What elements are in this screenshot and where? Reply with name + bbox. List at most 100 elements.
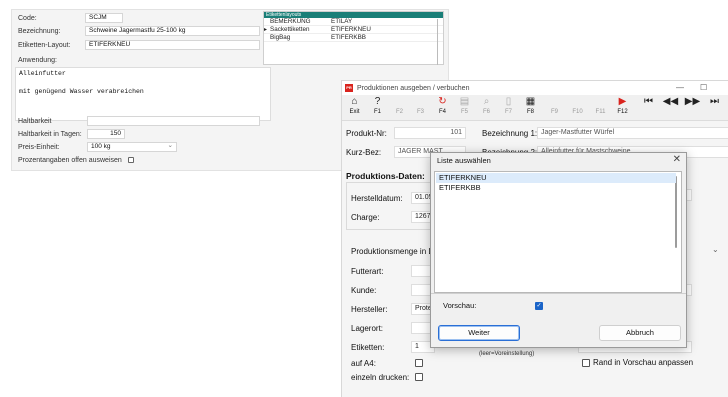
app-icon: PR bbox=[345, 84, 353, 92]
toolbar-button[interactable]: ▶ F12 bbox=[614, 96, 631, 120]
toolbar-icon: ⌂ bbox=[351, 96, 358, 107]
toolbar-label: F10 bbox=[572, 109, 583, 115]
preis-einheit-value: 100 kg bbox=[91, 143, 111, 150]
toolbar-label: F4 bbox=[438, 109, 446, 115]
etikettenlayout-grid[interactable]: Etikettenlayouts BEMERKUNG ETILAY ▸ Sack… bbox=[263, 11, 444, 65]
vorschau-checkbox[interactable]: ✓ bbox=[535, 302, 543, 310]
toolbar-button[interactable]: ⏭ bbox=[706, 96, 723, 120]
kunde-label: Kunde: bbox=[351, 286, 377, 295]
abbruch-button[interactable]: Abbruch bbox=[599, 325, 681, 341]
bezeichnung1-field[interactable]: Jager-Mastfutter Würfel bbox=[537, 127, 728, 139]
toolbar-button[interactable]: F9 bbox=[546, 96, 563, 120]
toolbar-icon: ⏮ bbox=[644, 96, 653, 107]
memo-line: Alleinfutter bbox=[19, 70, 66, 77]
haltbarkeit-tage-label: Haltbarkeit in Tagen: bbox=[18, 131, 82, 138]
haltbarkeit-label: Haltbarkeit bbox=[18, 118, 52, 125]
table-row[interactable]: ▸ Sackettiketten ETIFERKNEU bbox=[264, 26, 443, 34]
memo-line bbox=[19, 79, 267, 88]
toolbar-icon: ▶ bbox=[618, 96, 627, 107]
toolbar-label: F7 bbox=[504, 109, 512, 115]
toolbar-button[interactable]: ▤ F5 bbox=[456, 96, 473, 120]
layout-label: Etiketten-Layout: bbox=[18, 42, 71, 49]
table-row[interactable]: BEMERKUNG ETILAY bbox=[264, 18, 443, 26]
herstelldatum-label: Herstelldatum: bbox=[351, 194, 403, 203]
einzeln-drucken-checkbox[interactable] bbox=[415, 373, 423, 381]
rand-checkbox[interactable] bbox=[582, 359, 590, 367]
toolbar-button[interactable]: ⏮ bbox=[640, 96, 657, 120]
toolbar-button[interactable]: ▶▶ bbox=[684, 96, 701, 120]
toolbar-button[interactable]: ⌕ F6 bbox=[478, 96, 495, 120]
preis-einheit-select[interactable]: 100 kg ⌄ bbox=[87, 142, 177, 152]
close-icon[interactable]: ✕ bbox=[673, 154, 681, 165]
toolbar-icon: ▶▶ bbox=[684, 96, 701, 107]
toolbar-label: F2 bbox=[395, 109, 403, 115]
bezeichnung-field[interactable]: Schweine Jagermastfu 25-100 kg bbox=[85, 26, 260, 36]
toolbar-button[interactable]: ◀◀ bbox=[662, 96, 679, 120]
futterart-label: Futterart: bbox=[351, 267, 384, 276]
auf-a4-checkbox[interactable] bbox=[415, 359, 423, 367]
rand-label: Rand in Vorschau anpassen bbox=[593, 358, 694, 367]
liste-auswaehlen-dialog: Liste auswählen ✕ ETIFERKNEU ETIFERKBB Vo… bbox=[430, 152, 687, 348]
layout-listbox[interactable]: ETIFERKNEU ETIFERKBB bbox=[434, 171, 682, 293]
toolbar-icon bbox=[412, 96, 429, 108]
toolbar-icon: ◀◀ bbox=[662, 96, 679, 107]
maximize-icon[interactable]: ☐ bbox=[700, 83, 707, 92]
toolbar-button[interactable]: ⌂ Exit bbox=[346, 96, 363, 120]
prozent-checkbox[interactable] bbox=[128, 157, 134, 163]
grid-cell: ETILAY bbox=[331, 18, 353, 25]
vorschau-label: Vorschau: bbox=[443, 301, 477, 310]
check-icon: ✓ bbox=[536, 303, 542, 309]
toolbar-button[interactable]: F2 bbox=[391, 96, 408, 120]
produktions-daten-title: Produktions-Daten: bbox=[346, 171, 425, 181]
toolbar-button[interactable]: F10 bbox=[569, 96, 586, 120]
layout-row: Etiketten-Layout: bbox=[18, 40, 71, 51]
toolbar: ⌂ Exit ? F1 F2 F3 ↻ F4 ▤ F5 ⌕ F6 ▯ F7 ▦ F8 F9 F10 F11 ▶ F12 ⏮… bbox=[342, 95, 728, 121]
einzeln-drucken-label: einzeln drucken: bbox=[351, 373, 410, 382]
toolbar-label: Exit bbox=[349, 109, 360, 115]
charge-label: Charge: bbox=[351, 213, 380, 222]
minimize-icon[interactable]: — bbox=[676, 83, 684, 92]
toolbar-button[interactable]: ▦ F8 bbox=[522, 96, 539, 120]
chevron-down-icon[interactable]: ⌄ bbox=[712, 245, 719, 254]
toolbar-button[interactable]: ? F1 bbox=[369, 96, 386, 120]
dialog-divider bbox=[431, 293, 686, 294]
preis-einheit-label: Preis-Einheit: bbox=[18, 144, 60, 151]
hersteller-label: Hersteller: bbox=[351, 305, 388, 314]
grid-scrollbar[interactable] bbox=[437, 19, 438, 65]
code-field[interactable]: SCJM bbox=[85, 13, 123, 23]
window-titlebar: PR Produktionen ausgeben / verbuchen bbox=[342, 81, 728, 95]
anwendung-memo[interactable]: Alleinfutter mit genügend Wasser verabre… bbox=[15, 67, 271, 121]
prozent-label: Prozentangaben offen ausweisen bbox=[18, 157, 122, 164]
prozent-row: Prozentangaben offen ausweisen bbox=[18, 155, 122, 166]
layout-field[interactable]: ETIFERKNEU bbox=[85, 40, 260, 50]
toolbar-icon: ▦ bbox=[525, 96, 536, 107]
bezeichnung-row: Bezeichnung: bbox=[18, 26, 60, 37]
haltbarkeit-field[interactable] bbox=[87, 116, 260, 126]
produkt-nr-label: Produkt-Nr: bbox=[346, 129, 387, 138]
list-item[interactable]: ETIFERKNEU bbox=[436, 173, 676, 183]
toolbar-label: F5 bbox=[460, 109, 468, 115]
produkt-nr-field[interactable]: 101 bbox=[394, 127, 466, 139]
toolbar-button[interactable]: F3 bbox=[412, 96, 429, 120]
haltbarkeit-tage-row: Haltbarkeit in Tagen: bbox=[18, 129, 82, 140]
grid-cell: BigBag bbox=[270, 34, 291, 41]
toolbar-label: F11 bbox=[595, 109, 606, 115]
toolbar-label: F1 bbox=[373, 109, 381, 115]
kurz-bez-label: Kurz-Bez: bbox=[346, 148, 382, 157]
grid-cell: Sackettiketten bbox=[270, 26, 310, 33]
haltbarkeit-row: Haltbarkeit bbox=[18, 116, 51, 127]
code-row: Code: bbox=[18, 13, 37, 24]
toolbar-icon bbox=[391, 96, 408, 108]
weiter-button[interactable]: Weiter bbox=[438, 325, 520, 341]
toolbar-button[interactable]: F11 bbox=[592, 96, 609, 120]
code-label: Code: bbox=[18, 15, 37, 22]
table-row[interactable]: BigBag ETIFERKBB bbox=[264, 34, 443, 42]
toolbar-label: F3 bbox=[416, 109, 424, 115]
haltbarkeit-tage-field[interactable]: 150 bbox=[87, 129, 125, 139]
toolbar-button[interactable]: ▯ F7 bbox=[500, 96, 517, 120]
grid-cell: ETIFERKBB bbox=[331, 34, 366, 41]
produktionsmenge-label: Produktionsmenge in Li bbox=[351, 247, 435, 256]
toolbar-button[interactable]: ↻ F4 bbox=[434, 96, 451, 120]
list-item[interactable]: ETIFERKBB bbox=[436, 183, 676, 193]
toolbar-label: F9 bbox=[550, 109, 558, 115]
